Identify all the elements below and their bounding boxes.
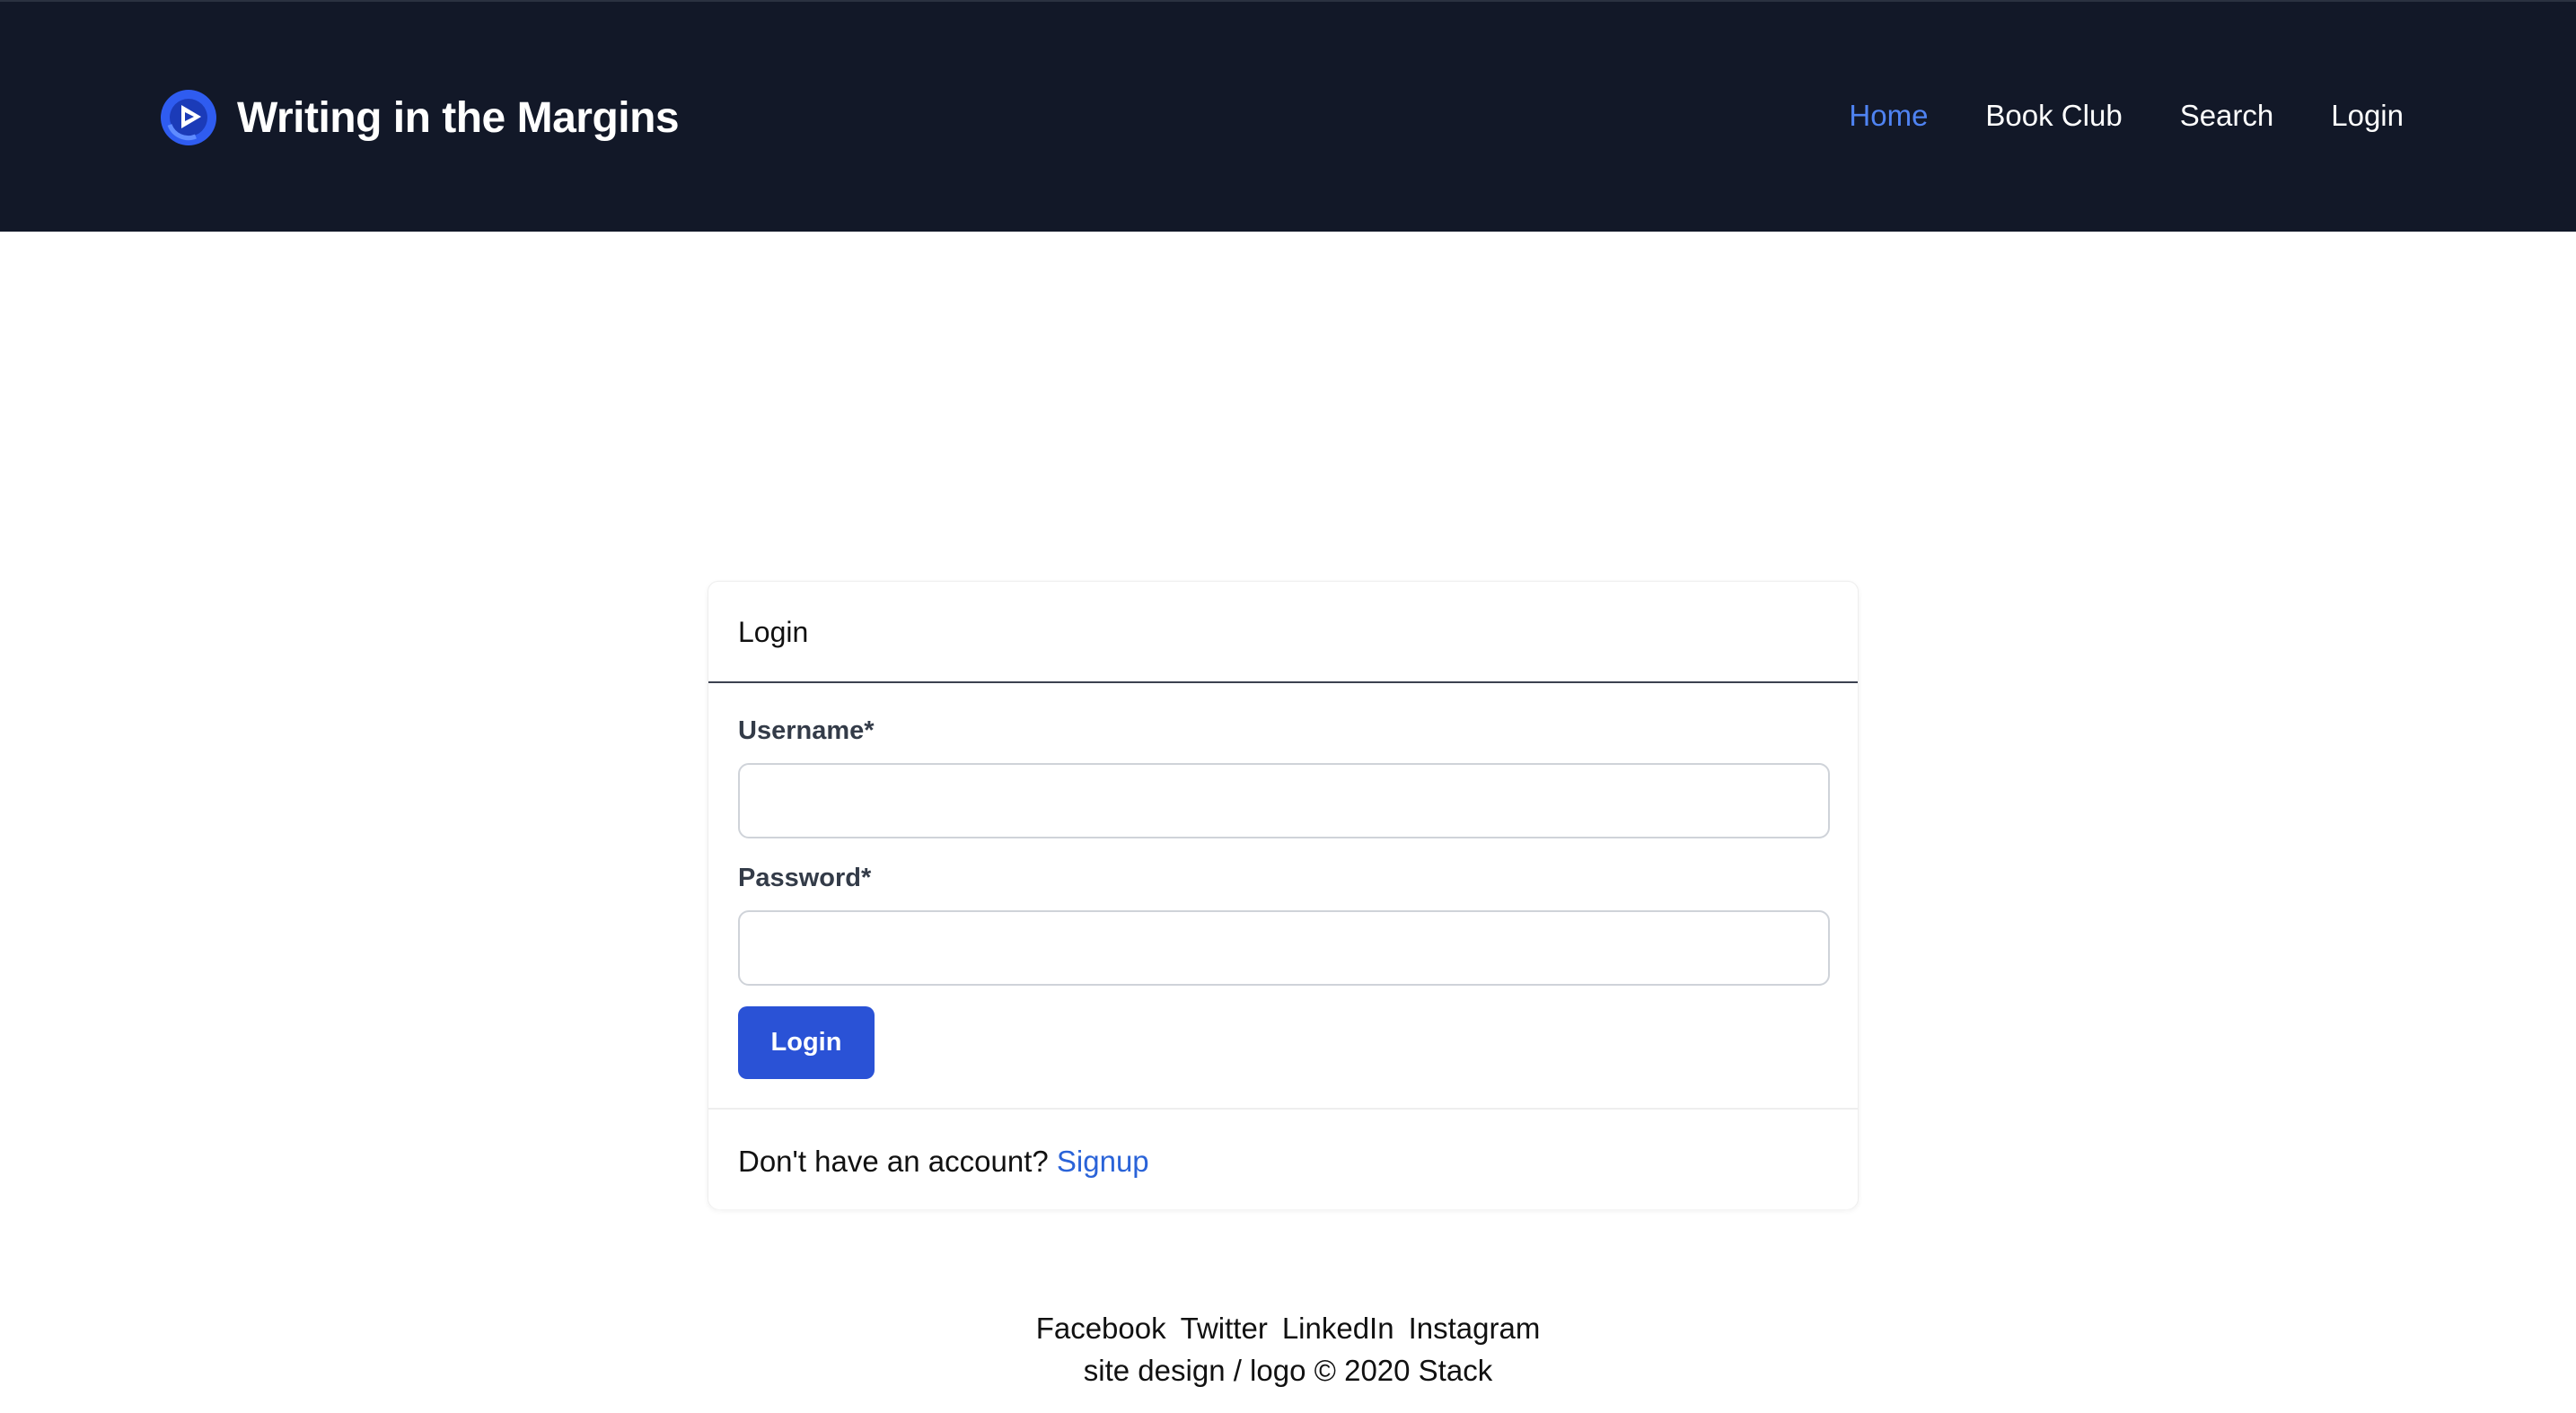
login-card-footer: Don't have an account? Signup bbox=[708, 1108, 1858, 1209]
top-navbar: Writing in the Margins Home Book Club Se… bbox=[0, 0, 2576, 232]
nav-search-link[interactable]: Search bbox=[2180, 99, 2274, 133]
username-input[interactable] bbox=[738, 763, 1830, 838]
nav-book-club-link[interactable]: Book Club bbox=[1985, 99, 2122, 133]
login-card: Login Username* Password* Login Don't ha… bbox=[708, 581, 1859, 1209]
brand-home-link[interactable]: Writing in the Margins bbox=[160, 88, 680, 147]
signup-prompt: Don't have an account? bbox=[738, 1145, 1049, 1178]
page: Writing in the Margins Home Book Club Se… bbox=[0, 0, 2576, 1413]
facebook-link[interactable]: Facebook bbox=[1036, 1309, 1166, 1348]
brand-title: Writing in the Margins bbox=[237, 93, 680, 142]
linkedin-link[interactable]: LinkedIn bbox=[1282, 1309, 1394, 1348]
site-footer: Facebook Twitter LinkedIn Instagram site… bbox=[0, 1309, 2576, 1393]
brand-logo-icon bbox=[161, 90, 216, 145]
nav-login-link[interactable]: Login bbox=[2331, 99, 2404, 133]
login-card-title: Login bbox=[738, 616, 809, 648]
username-label: Username* bbox=[738, 716, 875, 745]
copyright-text: site design / logo © 2020 Stack bbox=[1083, 1354, 1493, 1387]
main-nav: Home Book Club Search Login bbox=[1849, 99, 2404, 133]
twitter-link[interactable]: Twitter bbox=[1181, 1309, 1268, 1348]
signup-row: Don't have an account? Signup bbox=[738, 1145, 1149, 1179]
login-submit-button[interactable]: Login bbox=[738, 1006, 875, 1079]
signup-link[interactable]: Signup bbox=[1057, 1145, 1149, 1178]
instagram-link[interactable]: Instagram bbox=[1409, 1309, 1541, 1348]
nav-home-link[interactable]: Home bbox=[1849, 99, 1928, 133]
password-label: Password* bbox=[738, 864, 872, 892]
password-input[interactable] bbox=[738, 910, 1830, 986]
login-card-header: Login bbox=[708, 582, 1858, 683]
social-links: Facebook Twitter LinkedIn Instagram bbox=[0, 1309, 2576, 1348]
